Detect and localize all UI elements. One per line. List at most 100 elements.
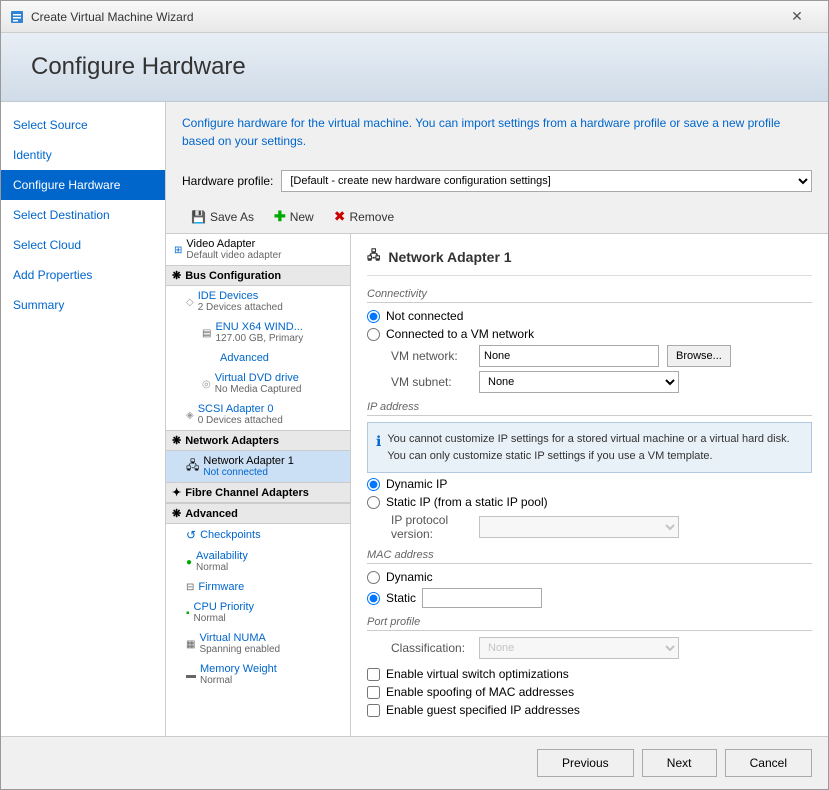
tree-item-advanced-ide[interactable]: Advanced bbox=[166, 348, 350, 368]
video-adapter-sub: Default video adapter bbox=[186, 250, 281, 261]
enu-label: ENU X64 WIND... bbox=[215, 321, 303, 333]
not-connected-radio[interactable] bbox=[367, 310, 380, 323]
toolbar: Save As New Remove bbox=[166, 200, 828, 234]
classification-select[interactable]: None bbox=[479, 637, 679, 659]
hdd-icon bbox=[202, 327, 211, 339]
browse-button[interactable]: Browse... bbox=[667, 345, 731, 367]
vm-subnet-row: VM subnet: None bbox=[391, 371, 812, 393]
video-adapter-icon bbox=[174, 244, 182, 256]
tree-item-enu-x64[interactable]: ENU X64 WIND... 127.00 GB, Primary bbox=[166, 317, 350, 348]
virtual-switch-checkbox[interactable] bbox=[367, 668, 380, 681]
tree-item-firmware[interactable]: Firmware bbox=[166, 577, 350, 597]
static-mac-input[interactable] bbox=[422, 588, 542, 608]
video-adapter-label: Video Adapter bbox=[186, 238, 281, 250]
dynamic-ip-label: Dynamic IP bbox=[386, 477, 447, 491]
sidebar-item-add-properties[interactable]: Add Properties bbox=[1, 260, 165, 290]
tree-item-network-adapter-1[interactable]: Network Adapter 1 Not connected bbox=[166, 451, 350, 482]
tree-item-memory-weight[interactable]: Memory Weight Normal bbox=[166, 659, 350, 690]
previous-button[interactable]: Previous bbox=[537, 749, 634, 777]
window-icon bbox=[9, 9, 25, 25]
profile-label: Hardware profile: bbox=[182, 174, 273, 188]
dynamic-mac-label: Dynamic bbox=[386, 570, 433, 584]
memory-icon bbox=[186, 669, 196, 681]
profile-select[interactable]: [Default - create new hardware configura… bbox=[281, 170, 812, 192]
vm-network-input[interactable] bbox=[479, 345, 659, 367]
tree-pane: Video Adapter Default video adapter ❋ Bu… bbox=[166, 234, 351, 736]
static-ip-radio[interactable] bbox=[367, 496, 380, 509]
static-mac-radio[interactable] bbox=[367, 592, 380, 605]
connectivity-section-label: Connectivity bbox=[367, 288, 812, 303]
next-button[interactable]: Next bbox=[642, 749, 717, 777]
dynamic-mac-row: Dynamic bbox=[367, 570, 812, 584]
dvd-icon bbox=[202, 378, 211, 390]
sidebar-item-select-destination[interactable]: Select Destination bbox=[1, 200, 165, 230]
enu-sub: 127.00 GB, Primary bbox=[215, 333, 303, 344]
new-icon bbox=[274, 208, 286, 225]
guest-ip-checkbox[interactable] bbox=[367, 704, 380, 717]
save-as-button[interactable]: Save As bbox=[182, 206, 263, 228]
cpu-label: CPU Priority bbox=[194, 601, 255, 613]
sidebar-item-configure-hardware[interactable]: Configure Hardware bbox=[1, 170, 165, 200]
split-pane: Video Adapter Default video adapter ❋ Bu… bbox=[166, 234, 828, 736]
network-adapter-1-label: Network Adapter 1 bbox=[203, 455, 294, 467]
sidebar-item-summary[interactable]: Summary bbox=[1, 290, 165, 320]
tree-section-advanced: ❋ Advanced bbox=[166, 503, 350, 524]
spoofing-checkbox[interactable] bbox=[367, 686, 380, 699]
memory-label: Memory Weight bbox=[200, 663, 277, 675]
remove-button[interactable]: Remove bbox=[325, 204, 403, 229]
tree-item-availability[interactable]: Availability Normal bbox=[166, 546, 350, 577]
tree-item-ide-devices[interactable]: IDE Devices 2 Devices attached bbox=[166, 286, 350, 317]
checkbox-row-1: Enable virtual switch optimizations bbox=[367, 667, 812, 681]
scsi-sub: 0 Devices attached bbox=[198, 415, 283, 426]
tree-item-cpu-priority[interactable]: CPU Priority Normal bbox=[166, 597, 350, 628]
description-text: Configure hardware for the virtual machi… bbox=[182, 114, 812, 150]
sidebar-item-select-cloud[interactable]: Select Cloud bbox=[1, 230, 165, 260]
description-area: Configure hardware for the virtual machi… bbox=[166, 102, 828, 162]
tree-item-dvd[interactable]: Virtual DVD drive No Media Captured bbox=[166, 368, 350, 399]
spoofing-label: Enable spoofing of MAC addresses bbox=[386, 685, 574, 699]
availability-label: Availability bbox=[196, 550, 248, 562]
firmware-label: Firmware bbox=[198, 581, 244, 593]
new-button[interactable]: New bbox=[265, 204, 323, 229]
tree-item-video-adapter[interactable]: Video Adapter Default video adapter bbox=[166, 234, 350, 265]
sidebar-item-select-source[interactable]: Select Source bbox=[1, 110, 165, 140]
dynamic-ip-radio[interactable] bbox=[367, 478, 380, 491]
tree-section-network: ❋ Network Adapters bbox=[166, 430, 350, 451]
detail-header: Network Adapter 1 bbox=[367, 246, 812, 276]
connected-vm-radio[interactable] bbox=[367, 328, 380, 341]
footer: Previous Next Cancel bbox=[1, 736, 828, 789]
wizard-window: Create Virtual Machine Wizard ✕ Configur… bbox=[0, 0, 829, 790]
cpu-sub: Normal bbox=[194, 613, 255, 624]
ip-info-box: ℹ You cannot customize IP settings for a… bbox=[367, 422, 812, 473]
sidebar-item-identity[interactable]: Identity bbox=[1, 140, 165, 170]
vm-network-label: VM network: bbox=[391, 349, 471, 363]
network-adapter-icon bbox=[186, 456, 199, 477]
cancel-button[interactable]: Cancel bbox=[725, 749, 812, 777]
firmware-icon bbox=[186, 581, 194, 593]
network-adapter-1-sub: Not connected bbox=[203, 467, 294, 478]
connected-vm-label: Connected to a VM network bbox=[386, 327, 534, 341]
static-mac-label: Static bbox=[386, 591, 416, 605]
scsi-icon bbox=[186, 409, 194, 421]
guest-ip-label: Enable guest specified IP addresses bbox=[386, 703, 580, 717]
advanced-ide-label: Advanced bbox=[220, 352, 269, 364]
tree-section-fibre: ✦ Fibre Channel Adapters bbox=[166, 482, 350, 503]
static-mac-row: Static bbox=[367, 588, 812, 608]
close-button[interactable]: ✕ bbox=[774, 1, 820, 33]
tree-item-scsi[interactable]: SCSI Adapter 0 0 Devices attached bbox=[166, 399, 350, 430]
ip-address-section-label: IP address bbox=[367, 401, 812, 416]
vm-subnet-select[interactable]: None bbox=[479, 371, 679, 393]
detail-network-icon bbox=[367, 246, 380, 267]
tree-item-checkpoints[interactable]: Checkpoints bbox=[166, 524, 350, 546]
availability-sub: Normal bbox=[196, 562, 248, 573]
tree-item-virtual-numa[interactable]: Virtual NUMA Spanning enabled bbox=[166, 628, 350, 659]
tree-section-bus: ❋ Bus Configuration bbox=[166, 265, 350, 286]
dynamic-mac-radio[interactable] bbox=[367, 571, 380, 584]
port-profile-section-label: Port profile bbox=[367, 616, 812, 631]
ide-icon bbox=[186, 296, 194, 308]
window-title: Create Virtual Machine Wizard bbox=[31, 10, 774, 24]
ip-protocol-select[interactable] bbox=[479, 516, 679, 538]
availability-icon bbox=[186, 556, 192, 568]
checkbox-row-2: Enable spoofing of MAC addresses bbox=[367, 685, 812, 699]
vm-network-row: VM network: Browse... bbox=[391, 345, 812, 367]
